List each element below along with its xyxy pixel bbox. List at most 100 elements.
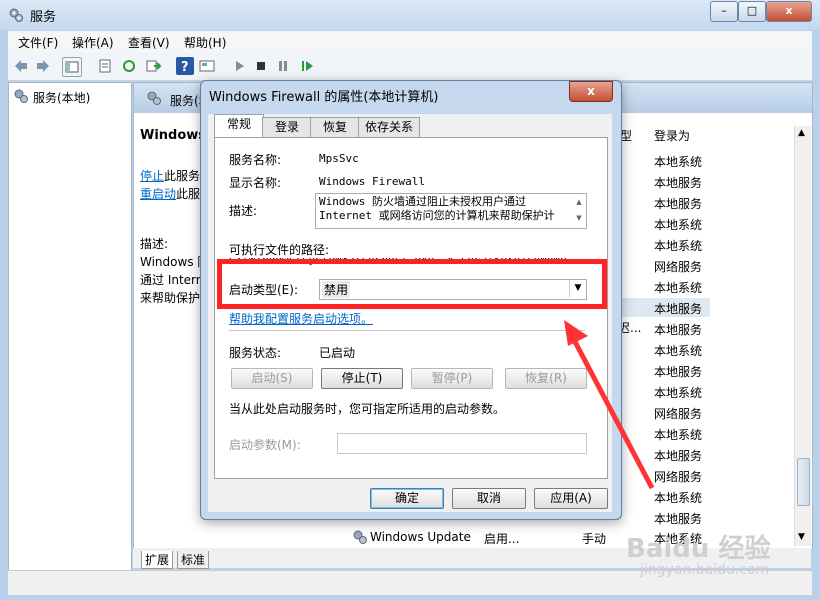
logon-cell[interactable]: 本地服务: [654, 321, 702, 338]
divider: [229, 330, 585, 331]
logon-cell[interactable]: 本地服务: [654, 174, 702, 191]
menu-help[interactable]: 帮助(H): [184, 34, 226, 51]
tab-standard[interactable]: 标准: [177, 551, 210, 569]
menu-file[interactable]: 文件(F): [18, 34, 58, 51]
resume-icon[interactable]: [298, 57, 316, 75]
menu-action[interactable]: 操作(A): [72, 34, 114, 51]
tab-general[interactable]: 常规: [214, 114, 264, 139]
dialog-body: 常规 登录 恢复 依存关系 服务名称: MpsSvc 显示名称: Windows…: [208, 114, 612, 512]
scroll-up-icon[interactable]: ▲: [798, 128, 805, 138]
export-icon[interactable]: [144, 57, 162, 75]
tab-recovery[interactable]: 恢复: [310, 117, 360, 138]
logon-cell[interactable]: 本地系统: [654, 384, 702, 401]
description-label: 描述:: [140, 237, 169, 251]
description-line: Internet 或网络访问您的计算机来帮助保护计: [319, 209, 555, 222]
play-icon[interactable]: [230, 57, 248, 75]
maximize-button[interactable]: □: [738, 1, 766, 22]
logon-cell[interactable]: 网络服务: [654, 405, 702, 422]
menu-view[interactable]: 查看(V): [128, 34, 170, 51]
description-line: Windows 防: [140, 255, 210, 269]
start-params-hint: 当从此处启动服务时，您可指定所适用的启动参数。: [229, 402, 506, 416]
watermark-brand: Baidu 经验: [626, 534, 771, 564]
pause-icon[interactable]: [274, 57, 292, 75]
title-bar: 服务 – □ x: [0, 0, 820, 30]
stop-service-link[interactable]: 停止: [140, 169, 164, 183]
properties-icon[interactable]: [96, 57, 114, 75]
vertical-scrollbar[interactable]: ▲ ▼: [794, 126, 811, 546]
logon-cell[interactable]: 本地系统: [654, 237, 702, 254]
restart-service-suffix: 此服: [176, 187, 201, 201]
stop-button[interactable]: 停止(T): [321, 368, 403, 389]
description-line: Windows 防火墙通过阻止未授权用户通过: [319, 195, 526, 208]
selected-service-name: Windows: [140, 128, 207, 143]
description-scroll-icon[interactable]: ▲ ▼: [573, 194, 585, 228]
logon-cell[interactable]: 本地系统: [654, 426, 702, 443]
ok-button[interactable]: 确定: [370, 488, 444, 509]
dialog-title: Windows Firewall 的属性(本地计算机): [209, 90, 439, 105]
toolbar: ?: [8, 52, 812, 81]
logon-cell[interactable]: 本地系统: [654, 279, 702, 296]
logon-cell[interactable]: 本地系统: [654, 216, 702, 233]
view-icon[interactable]: [198, 57, 216, 75]
service-description-panel: Windows 停止此服务 重启动此服 描述: Windows 防 通过 Int…: [140, 123, 212, 323]
close-button[interactable]: x: [766, 1, 812, 22]
help-icon[interactable]: ?: [176, 57, 194, 75]
restart-service-link[interactable]: 重启动: [140, 187, 176, 201]
executable-path-label: 可执行文件的路径:: [229, 243, 330, 257]
scroll-down-icon[interactable]: ▼: [798, 532, 805, 542]
window-title: 服务: [30, 10, 57, 25]
logon-cell[interactable]: 本地服务: [654, 300, 702, 317]
service-row-startup: 手动: [582, 532, 607, 546]
menu-bar: 文件(F) 操作(A) 查看(V) 帮助(H): [8, 31, 812, 52]
display-name-value: Windows Firewall: [319, 175, 425, 188]
help-configure-link[interactable]: 帮助我配置服务启动选项。: [229, 310, 373, 327]
show-tree-icon[interactable]: [62, 57, 82, 77]
forward-icon[interactable]: [34, 57, 52, 75]
start-params-input[interactable]: [337, 433, 587, 454]
description-line: 通过 Intern: [140, 273, 204, 287]
cancel-button[interactable]: 取消: [452, 488, 526, 509]
logon-cell[interactable]: 本地服务: [654, 195, 702, 212]
annotation-arrow: [564, 320, 655, 490]
logon-cell[interactable]: 本地服务: [654, 447, 702, 464]
display-name-label: 显示名称:: [229, 176, 282, 190]
service-name-value: MpsSvc: [319, 152, 359, 165]
service-row-name[interactable]: Windows Update: [370, 530, 471, 544]
start-params-label: 启动参数(M):: [229, 438, 301, 452]
service-status-label: 服务状态:: [229, 346, 282, 360]
refresh-icon[interactable]: [120, 57, 138, 75]
start-button[interactable]: 启动(S): [231, 368, 313, 389]
service-name-label: 服务名称:: [229, 153, 282, 167]
tab-dependencies[interactable]: 依存关系: [358, 117, 420, 138]
description-label: 描述:: [229, 204, 258, 218]
tab-extended[interactable]: 扩展: [141, 551, 174, 569]
logon-cell[interactable]: 本地系统: [654, 153, 702, 170]
gears-icon: [147, 91, 161, 105]
logon-cell[interactable]: 网络服务: [654, 468, 702, 485]
logon-cell[interactable]: 本地服务: [654, 363, 702, 380]
gears-icon: [14, 89, 28, 103]
dialog-close-button[interactable]: x: [569, 81, 613, 102]
logon-cell[interactable]: 网络服务: [654, 258, 702, 275]
stop-icon[interactable]: [252, 57, 270, 75]
pause-button[interactable]: 暂停(P): [411, 368, 493, 389]
logon-cell[interactable]: 本地系统: [654, 489, 702, 506]
description-textbox[interactable]: Windows 防火墙通过阻止未授权用户通过 Internet 或网络访问您的计…: [315, 193, 587, 229]
tree-pane: 服务(本地): [8, 82, 132, 572]
column-header-logon[interactable]: 登录为: [654, 127, 690, 144]
back-icon[interactable]: [12, 57, 30, 75]
highlight-box: [217, 259, 607, 309]
tab-logon[interactable]: 登录: [262, 117, 312, 138]
svg-text:?: ?: [181, 60, 189, 75]
gears-icon: [353, 530, 367, 544]
watermark-url: jingyan.baidu.com: [640, 562, 770, 578]
gears-icon: [9, 8, 23, 22]
logon-cell[interactable]: 本地系统: [654, 342, 702, 359]
tree-node-services-local[interactable]: 服务(本地): [33, 89, 90, 106]
logon-cell[interactable]: 本地服务: [654, 510, 702, 527]
scroll-thumb[interactable]: [797, 458, 810, 506]
service-row-status: 启用...: [484, 532, 520, 546]
stop-service-suffix: 此服务: [164, 169, 201, 183]
minimize-button[interactable]: –: [710, 1, 738, 22]
service-status-value: 已启动: [319, 346, 356, 360]
